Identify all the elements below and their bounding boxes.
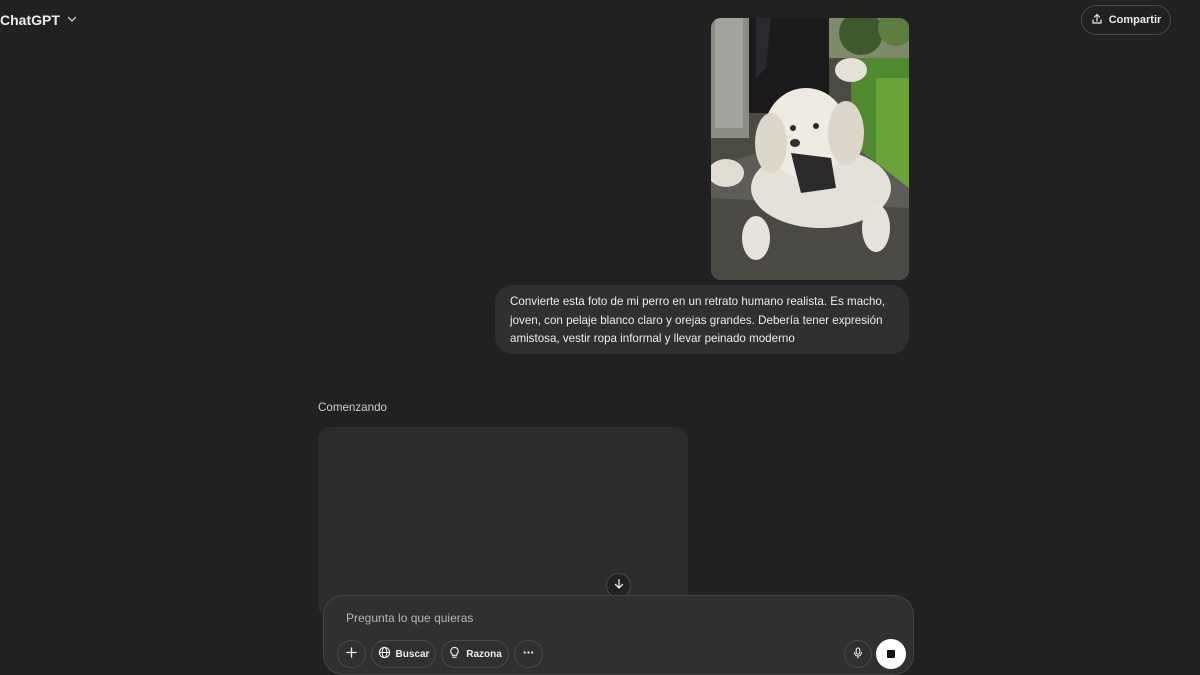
generation-status: Comenzando xyxy=(318,401,387,414)
model-selector[interactable]: ChatGPT xyxy=(0,8,78,32)
reason-button[interactable]: Razona xyxy=(441,640,509,668)
share-label: Compartir xyxy=(1108,14,1162,26)
prompt-input[interactable] xyxy=(344,608,824,628)
search-button[interactable]: Buscar xyxy=(371,640,436,668)
voice-input-button[interactable] xyxy=(844,640,872,668)
user-message-text: Convierte esta foto de mi perro en un re… xyxy=(510,295,886,345)
microphone-icon xyxy=(852,646,864,662)
reason-label: Razona xyxy=(466,648,502,660)
chevron-down-icon xyxy=(66,12,78,28)
chat-app: ChatGPT Compartir Convierte esta foto de… xyxy=(0,0,1200,675)
user-uploaded-image[interactable] xyxy=(711,18,909,280)
lightbulb-icon xyxy=(448,646,461,662)
more-tools-button[interactable] xyxy=(514,640,543,668)
model-name: ChatGPT xyxy=(0,12,60,28)
message-composer: Buscar Razona xyxy=(323,595,914,675)
arrow-down-icon xyxy=(613,577,625,595)
share-icon xyxy=(1091,13,1103,28)
dog-photo xyxy=(711,18,909,280)
attach-button[interactable] xyxy=(337,640,366,668)
user-message-bubble: Convierte esta foto de mi perro en un re… xyxy=(495,285,909,354)
globe-icon xyxy=(378,646,391,662)
generated-image-placeholder xyxy=(318,427,688,617)
stop-icon xyxy=(887,650,895,658)
search-label: Buscar xyxy=(395,648,430,660)
share-button[interactable]: Compartir xyxy=(1081,5,1171,35)
stop-generating-button[interactable] xyxy=(876,639,906,669)
plus-icon xyxy=(345,646,358,662)
ellipsis-icon xyxy=(522,646,535,662)
